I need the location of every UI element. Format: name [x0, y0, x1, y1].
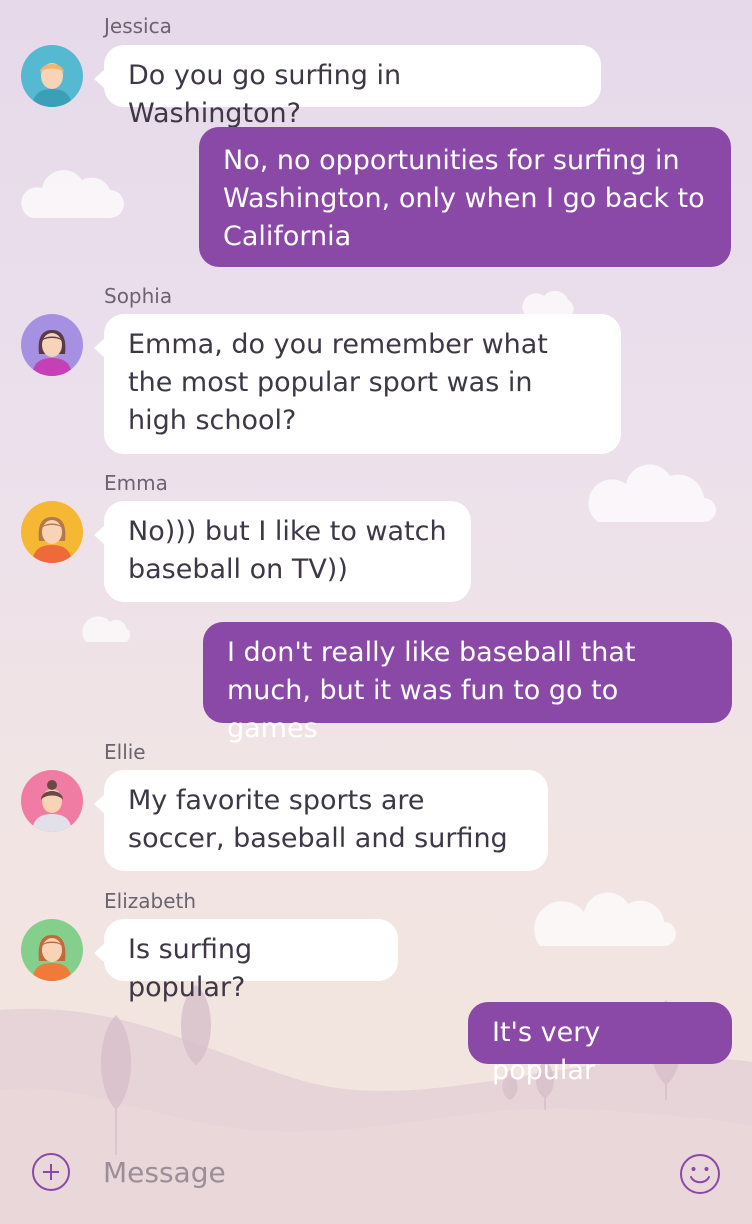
plus-circle-icon[interactable] — [32, 1153, 70, 1191]
message-text: Is surfing popular? — [128, 934, 253, 1003]
message-bubble-outgoing[interactable]: No, no opportunities for surfing in Wash… — [199, 127, 731, 267]
person-icon — [21, 501, 83, 563]
sender-name: Jessica — [104, 14, 172, 38]
sender-name: Ellie — [104, 740, 146, 764]
message-text: Emma, do you remember what the most popu… — [128, 329, 548, 436]
smiley-icon[interactable] — [678, 1152, 722, 1196]
message-bubble-outgoing[interactable]: It's very popular — [468, 1002, 732, 1086]
chat-screen: Jessica Do you go surfing in Washington?… — [0, 0, 752, 1224]
person-icon — [21, 314, 83, 376]
avatar[interactable] — [21, 919, 83, 981]
message-input[interactable] — [103, 1150, 643, 1194]
sender-name: Sophia — [104, 284, 173, 308]
avatar[interactable] — [21, 314, 83, 376]
message-bubble-outgoing[interactable]: I don't really like baseball that much, … — [203, 622, 732, 744]
sender-name: Emma — [104, 471, 168, 495]
avatar[interactable] — [21, 501, 83, 563]
message-bubble[interactable]: Emma, do you remember what the most popu… — [94, 314, 621, 454]
message-text: No))) but I like to watch baseball on TV… — [128, 516, 447, 585]
person-icon — [21, 770, 83, 832]
message-text: It's very popular — [492, 1017, 601, 1086]
message-text: My favorite sports are soccer, baseball … — [128, 785, 508, 854]
avatar[interactable] — [21, 770, 83, 832]
avatar[interactable] — [21, 45, 83, 107]
person-icon — [21, 45, 83, 107]
message-bubble[interactable]: My favorite sports are soccer, baseball … — [94, 770, 548, 871]
message-text: No, no opportunities for surfing in Wash… — [223, 145, 705, 252]
sender-name: Elizabeth — [104, 889, 197, 913]
person-icon — [21, 919, 83, 981]
message-composer — [0, 1140, 752, 1224]
message-bubble[interactable]: Do you go surfing in Washington? — [94, 45, 601, 129]
message-bubble[interactable]: No))) but I like to watch baseball on TV… — [94, 501, 471, 602]
message-bubble[interactable]: Is surfing popular? — [94, 919, 398, 1003]
